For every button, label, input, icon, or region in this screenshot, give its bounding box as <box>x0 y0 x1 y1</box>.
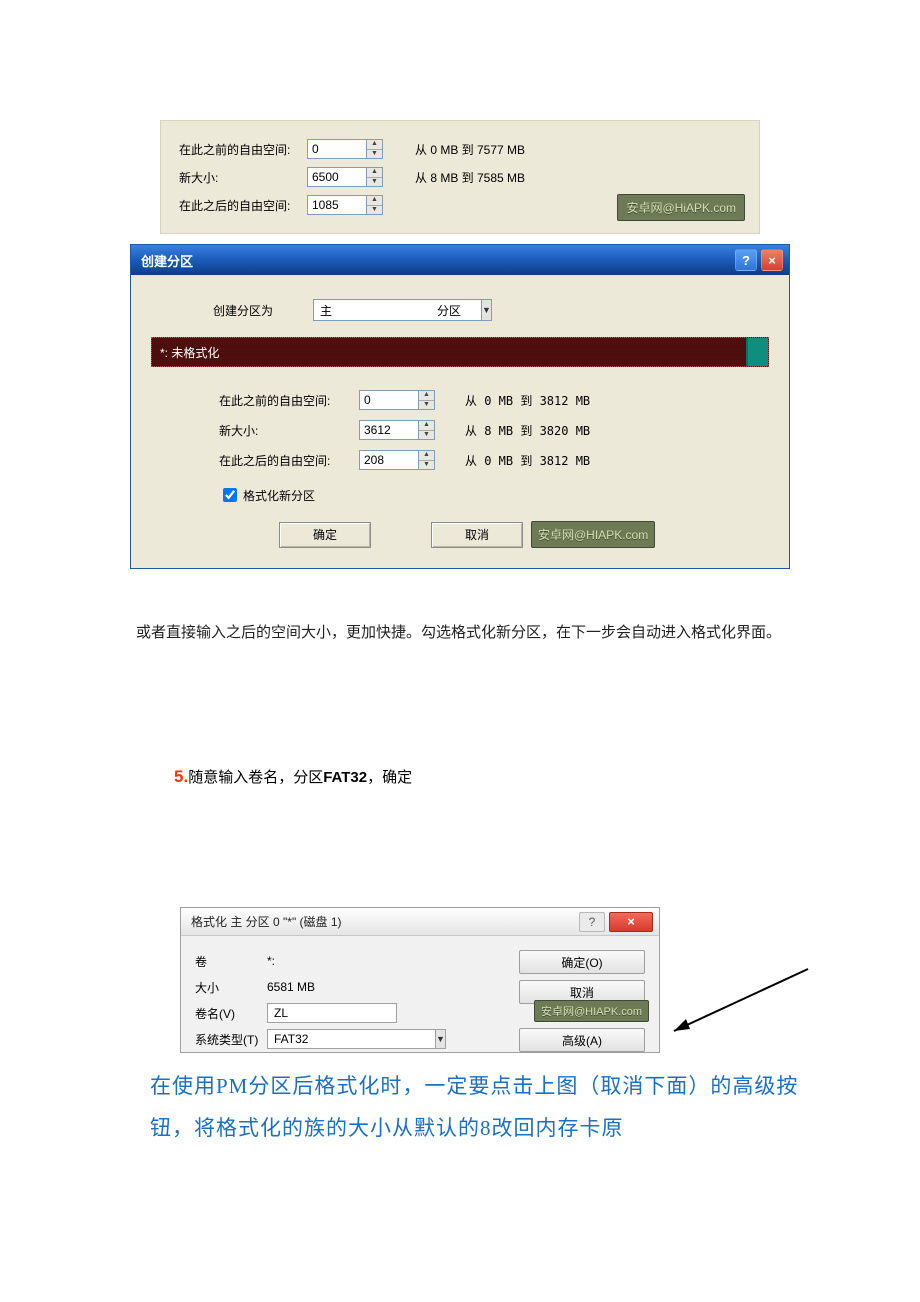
dlg-free-after-range: 从 0 MB 到 3812 MB <box>465 452 590 469</box>
watermark: 安卓网@HIAPK.com <box>534 1000 649 1022</box>
step-text-2: ，确定 <box>367 769 412 786</box>
volname-input[interactable] <box>267 1003 397 1023</box>
format-new-checkbox[interactable] <box>223 488 237 502</box>
spinner-down-icon[interactable]: ▼ <box>419 431 434 440</box>
format-dialog: 格式化 主 分区 0 "*" (磁盘 1) ? × 卷 *: 大小 6581 M… <box>180 907 660 1053</box>
blue-note: 在使用PM分区后格式化时，一定要点击上图（取消下面）的高级按钮，将格式化的族的大… <box>150 1065 816 1149</box>
watermark: 安卓网@HiAPK.com <box>617 194 745 221</box>
free-after-label: 在此之后的自由空间: <box>179 197 307 214</box>
spinner-buttons[interactable]: ▲▼ <box>367 195 383 215</box>
cancel-button[interactable]: 取消 <box>431 522 523 548</box>
dlg-free-after-input[interactable] <box>359 450 419 470</box>
volume-label: 卷 <box>195 953 267 970</box>
size-label: 大小 <box>195 979 267 996</box>
partition-bar[interactable]: *: 未格式化 <box>151 337 769 367</box>
free-before-input[interactable] <box>307 139 367 159</box>
spinner-down-icon[interactable]: ▼ <box>367 206 382 215</box>
instruction-paragraph: 或者直接输入之后的空间大小，更加快捷。勾选格式化新分区，在下一步会自动进入格式化… <box>136 619 830 646</box>
dialog-title: 创建分区 <box>141 251 193 270</box>
spinner-buttons[interactable]: ▲▼ <box>419 450 435 470</box>
format-titlebar[interactable]: 格式化 主 分区 0 "*" (磁盘 1) ? × <box>181 908 659 936</box>
spinner-buttons[interactable]: ▲▼ <box>367 167 383 187</box>
close-button[interactable]: × <box>761 249 783 271</box>
fstype-input[interactable] <box>267 1029 436 1049</box>
new-size-spinner[interactable]: ▲▼ <box>307 167 385 187</box>
partition-bar-label: *: 未格式化 <box>152 338 746 366</box>
step-bold: FAT32 <box>323 769 367 786</box>
spinner-up-icon[interactable]: ▲ <box>419 451 434 461</box>
step-5: 5.随意输入卷名，分区FAT32，确定 <box>174 766 880 787</box>
create-as-label: 创建分区为 <box>213 302 313 319</box>
format-title: 格式化 主 分区 0 "*" (磁盘 1) <box>191 913 342 930</box>
spinner-down-icon[interactable]: ▼ <box>419 461 434 470</box>
spinner-buttons[interactable]: ▲▼ <box>419 390 435 410</box>
free-after-spinner[interactable]: ▲▼ <box>307 195 385 215</box>
dlg-free-before-spinner[interactable]: ▲▼ <box>359 390 437 410</box>
dlg-free-before-label: 在此之前的自由空间: <box>219 392 359 409</box>
spinner-down-icon[interactable]: ▼ <box>367 178 382 187</box>
spinner-buttons[interactable]: ▲▼ <box>367 139 383 159</box>
spinner-down-icon[interactable]: ▼ <box>419 401 434 410</box>
free-before-spinner[interactable]: ▲▼ <box>307 139 385 159</box>
new-size-range: 从 8 MB 到 7585 MB <box>415 169 525 186</box>
spinner-buttons[interactable]: ▲▼ <box>419 420 435 440</box>
help-button[interactable]: ? <box>735 249 757 271</box>
size-value: 6581 MB <box>267 980 315 994</box>
close-button[interactable]: × <box>609 912 653 932</box>
format-advanced-button[interactable]: 高级(A) <box>519 1028 645 1052</box>
fstype-label: 系统类型(T) <box>195 1031 267 1048</box>
dlg-free-before-range: 从 0 MB 到 3812 MB <box>465 392 590 409</box>
size-settings-panel: 在此之前的自由空间: ▲▼ 从 0 MB 到 7577 MB 新大小: ▲▼ 从… <box>160 120 760 234</box>
partition-suffix-label: 分区 <box>437 302 461 319</box>
step-text-1: 随意输入卷名，分区 <box>188 769 323 786</box>
dlg-free-before-input[interactable] <box>359 390 419 410</box>
chevron-down-icon[interactable]: ▼ <box>482 299 492 321</box>
spinner-up-icon[interactable]: ▲ <box>367 168 382 178</box>
format-ok-button[interactable]: 确定(O) <box>519 950 645 974</box>
volname-label: 卷名(V) <box>195 1005 267 1022</box>
spinner-up-icon[interactable]: ▲ <box>367 140 382 150</box>
watermark: 安卓网@HIAPK.com <box>531 521 655 548</box>
format-new-label: 格式化新分区 <box>243 487 315 504</box>
spinner-up-icon[interactable]: ▲ <box>419 391 434 401</box>
titlebar[interactable]: 创建分区 ? × <box>131 245 789 275</box>
free-before-label: 在此之前的自由空间: <box>179 141 307 158</box>
help-button[interactable]: ? <box>579 912 605 932</box>
free-after-input[interactable] <box>307 195 367 215</box>
spinner-down-icon[interactable]: ▼ <box>367 150 382 159</box>
fstype-combo[interactable]: ▼ <box>267 1029 405 1049</box>
volume-value: *: <box>267 954 275 968</box>
new-size-label: 新大小: <box>179 169 307 186</box>
dlg-new-size-range: 从 8 MB 到 3820 MB <box>465 422 590 439</box>
chevron-down-icon[interactable]: ▼ <box>436 1029 446 1049</box>
create-partition-dialog: 创建分区 ? × 创建分区为 ▼ 分区 *: 未格式化 在此之前的自由空间: <box>130 244 790 569</box>
step-number: 5. <box>174 767 188 786</box>
dlg-free-after-label: 在此之后的自由空间: <box>219 452 359 469</box>
spinner-up-icon[interactable]: ▲ <box>367 196 382 206</box>
annotation-arrow-icon <box>668 967 818 1057</box>
dlg-new-size-label: 新大小: <box>219 422 359 439</box>
free-before-range: 从 0 MB 到 7577 MB <box>415 141 525 158</box>
partition-type-combo[interactable]: ▼ <box>313 299 423 321</box>
new-size-input[interactable] <box>307 167 367 187</box>
dlg-new-size-input[interactable] <box>359 420 419 440</box>
dlg-free-after-spinner[interactable]: ▲▼ <box>359 450 437 470</box>
resize-handle-icon[interactable] <box>746 338 768 366</box>
dlg-new-size-spinner[interactable]: ▲▼ <box>359 420 437 440</box>
ok-button[interactable]: 确定 <box>279 522 371 548</box>
spinner-up-icon[interactable]: ▲ <box>419 421 434 431</box>
